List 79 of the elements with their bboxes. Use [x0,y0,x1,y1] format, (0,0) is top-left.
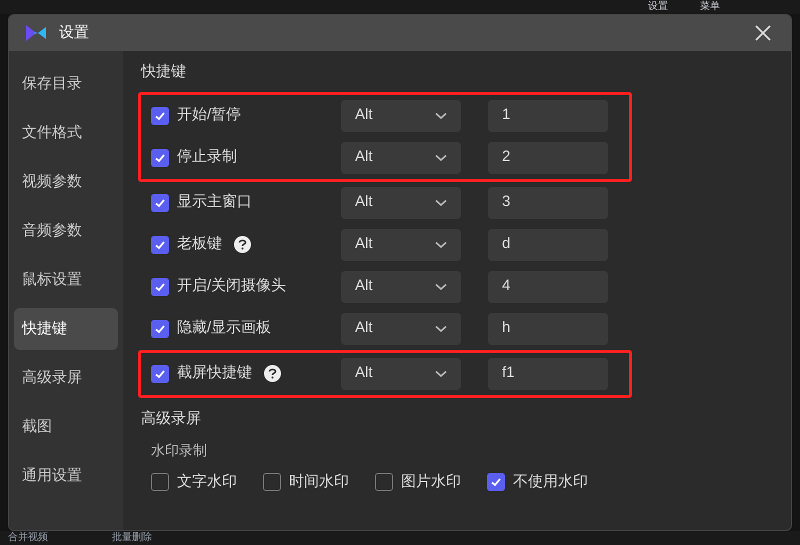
modifier-dropdown[interactable]: Alt [341,358,461,390]
sidebar-item[interactable]: 文件格式 [14,112,118,154]
checkbox[interactable] [487,473,505,492]
caret-icon [435,282,447,290]
menu-item[interactable]: 设置 [648,2,668,12]
check-icon [154,110,166,122]
shortcut-label: 显示主窗口 [177,192,252,212]
checkbox[interactable] [151,194,169,212]
checkbox[interactable] [151,320,169,338]
dropdown-value: Alt [355,105,373,126]
close-icon [755,25,771,41]
check-icon [490,476,502,488]
dropdown-value: Alt [355,147,373,168]
key-field[interactable]: f1 [488,358,608,390]
key-field[interactable]: 1 [488,100,608,132]
section-heading: 快捷键 [141,62,187,82]
check-icon [154,196,166,208]
shortcut-label: 截屏快捷键 [177,363,252,384]
shortcut-label: 开启/关闭摄像头 [177,276,286,296]
caret-icon [435,154,447,162]
option-label: 图片水印 [401,472,461,492]
sidebar-item[interactable]: 通用设置 [14,455,118,497]
modifier-dropdown[interactable]: Alt [341,270,461,302]
dropdown-value: Alt [355,318,373,338]
sidebar-item[interactable]: 高级录屏 [14,357,118,399]
shortcut-label: 开始/暂停 [177,105,242,126]
caret-icon [435,324,447,332]
shortcut-label: 停止录制 [177,147,237,168]
checkbox[interactable] [151,364,169,382]
dropdown-value: Alt [355,276,373,296]
sidebar-item[interactable]: 鼠标设置 [14,259,118,301]
check-icon [154,322,166,334]
option-label: 不使用水印 [513,472,588,492]
menu-item[interactable]: 菜单 [700,2,720,12]
checkbox[interactable] [151,148,169,166]
toolbar-item[interactable]: 合并视频 [8,533,48,543]
dropdown-value: Alt [355,363,373,384]
check-icon [154,280,166,292]
checkbox[interactable] [375,473,393,492]
caret-icon [435,370,447,378]
toolbar-item[interactable]: 批量删除 [112,533,152,543]
shortcut-label: 老板键 [177,234,222,254]
key-field[interactable]: 4 [488,270,608,302]
check-icon [154,368,166,380]
subsection-heading: 水印录制 [151,441,208,460]
key-field[interactable]: 2 [488,142,608,174]
caret-icon [435,112,447,120]
dropdown-value: Alt [355,192,373,212]
key-field[interactable]: h [488,312,608,344]
sidebar-item[interactable]: 快捷键 [14,308,118,350]
modifier-dropdown[interactable]: Alt [341,228,461,260]
caret-icon [435,240,447,248]
option-label: 时间水印 [289,472,349,492]
checkbox[interactable] [151,473,169,492]
key-field[interactable]: d [488,228,608,260]
sidebar-item[interactable]: 视频参数 [14,161,118,203]
section-heading: 高级录屏 [141,408,202,428]
sidebar-item[interactable]: 保存目录 [14,63,118,105]
sidebar-item[interactable]: 音频参数 [14,210,118,252]
checkbox[interactable] [151,106,169,124]
logo-icon [25,24,47,42]
option-label: 文字水印 [177,472,237,492]
checkbox[interactable] [263,473,281,492]
checkbox[interactable] [151,236,169,254]
modifier-dropdown[interactable]: Alt [341,142,461,174]
modifier-dropdown[interactable]: Alt [341,312,461,344]
check-icon [154,152,166,164]
help-icon[interactable] [264,365,281,382]
modifier-dropdown[interactable]: Alt [341,186,461,218]
key-field[interactable]: 3 [488,186,608,218]
window-title: 设置 [59,22,89,43]
caret-icon [435,198,447,206]
help-icon[interactable] [234,236,251,253]
shortcut-label: 隐藏/显示画板 [177,318,272,338]
modifier-dropdown[interactable]: Alt [341,100,461,132]
check-icon [154,238,166,250]
checkbox[interactable] [151,278,169,296]
dropdown-value: Alt [355,234,373,254]
sidebar-item[interactable]: 截图 [14,406,118,448]
